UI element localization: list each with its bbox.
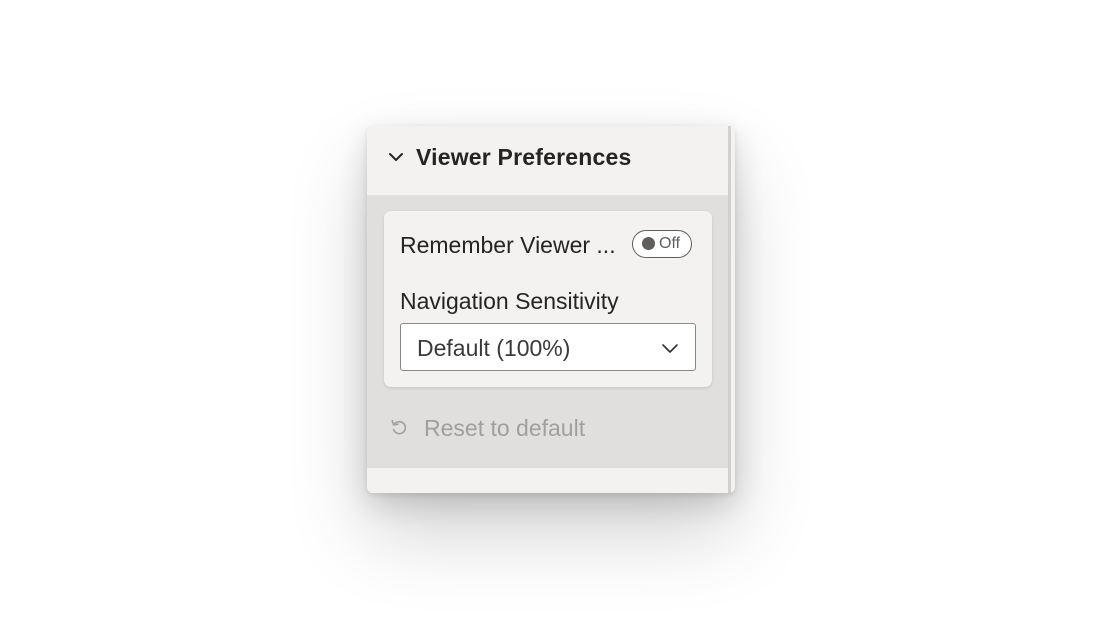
settings-card: Remember Viewer ... Off Navigation Sensi… <box>384 211 712 387</box>
chevron-down-icon <box>662 344 678 353</box>
section-body: Remember Viewer ... Off Navigation Sensi… <box>367 195 728 468</box>
reset-label: Reset to default <box>424 415 586 441</box>
navigation-sensitivity-label: Navigation Sensitivity <box>400 288 619 314</box>
section-title: Viewer Preferences <box>416 144 632 170</box>
dropdown-selected-value: Default (100%) <box>417 335 571 361</box>
viewer-preferences-panel: Viewer Preferences Remember Viewer ... O… <box>367 126 735 493</box>
chevron-down-icon[interactable] <box>387 148 405 166</box>
undo-icon <box>391 419 407 435</box>
remember-viewer-label: Remember Viewer ... <box>400 232 616 258</box>
navigation-sensitivity-dropdown[interactable]: Default (100%) <box>400 323 696 371</box>
toggle-knob <box>642 237 655 250</box>
toggle-state-text: Off <box>659 235 681 252</box>
panel-scrollbar[interactable] <box>728 126 731 493</box>
canvas: Viewer Preferences Remember Viewer ... O… <box>0 0 1102 620</box>
panel-footer <box>367 468 728 493</box>
remember-viewer-toggle[interactable]: Off <box>632 230 692 258</box>
section-header[interactable]: Viewer Preferences <box>367 126 728 195</box>
